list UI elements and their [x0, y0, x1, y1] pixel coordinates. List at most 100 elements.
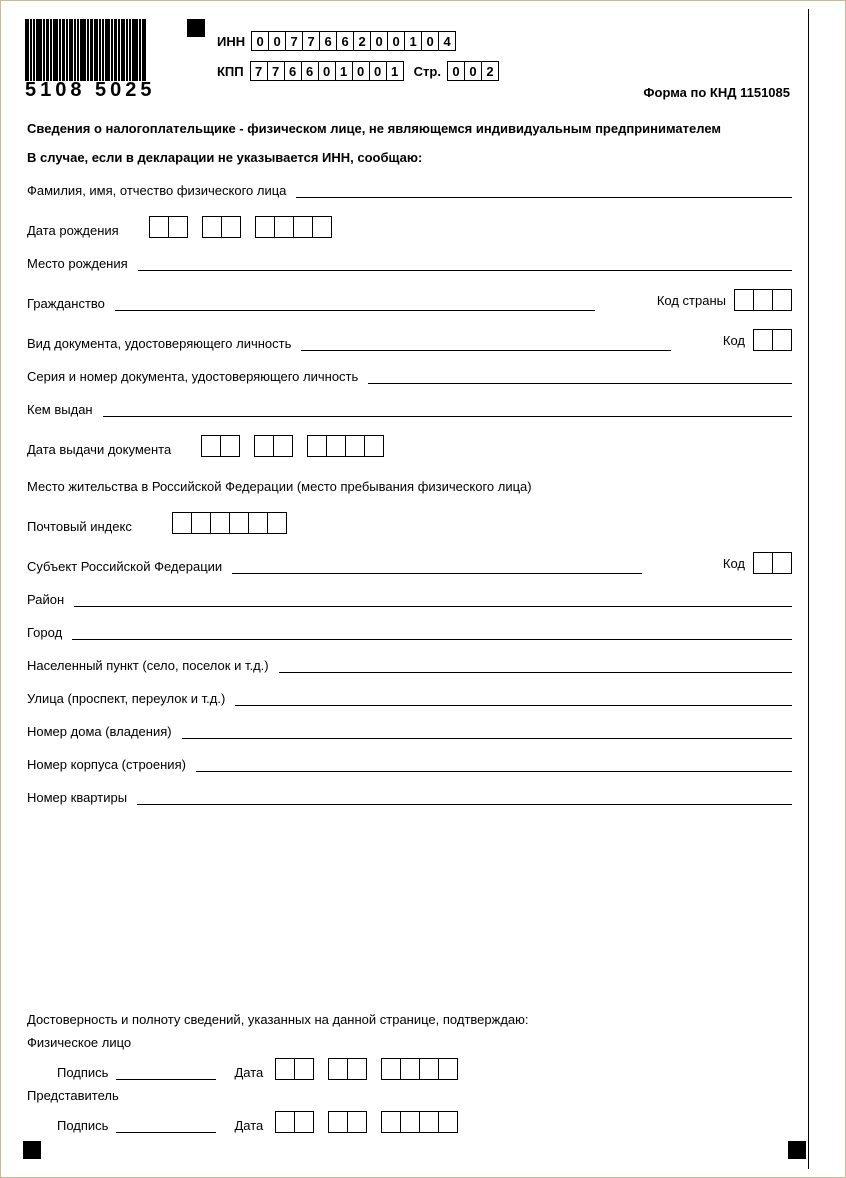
dob-year[interactable]: [255, 216, 332, 238]
doc-series-label: Серия и номер документа, удостоверяющего…: [27, 369, 358, 384]
sig-date-month[interactable]: [328, 1058, 367, 1080]
signature-label-rep: Подпись: [57, 1118, 108, 1133]
field-district: Район: [27, 592, 792, 607]
signature-line-individual[interactable]: [116, 1065, 216, 1080]
dob-month[interactable]: [202, 216, 241, 238]
field-doc-series: Серия и номер документа, удостоверяющего…: [27, 369, 792, 384]
inn-label: ИНН: [217, 34, 245, 49]
subject-code-label: Код: [723, 556, 745, 571]
city-label: Город: [27, 625, 62, 640]
inn-cell: 2: [353, 31, 371, 51]
header-block: ИНН 0 0 7 7 6 6 2 0 0 1 0 4 КПП: [217, 19, 792, 81]
issue-day[interactable]: [201, 435, 240, 457]
inn-cell: 0: [370, 31, 388, 51]
field-flat: Номер квартиры: [27, 790, 792, 805]
issued-by-input[interactable]: [103, 402, 792, 417]
inn-cell: 0: [251, 31, 269, 51]
birthplace-label: Место рождения: [27, 256, 128, 271]
fio-label: Фамилия, имя, отчество физического лица: [27, 183, 286, 198]
kpp-cell: 0: [369, 61, 387, 81]
page-cell: 0: [464, 61, 482, 81]
field-city: Город: [27, 625, 792, 640]
dob-day[interactable]: [149, 216, 188, 238]
settlement-input[interactable]: [279, 658, 792, 673]
rep-date-month[interactable]: [328, 1111, 367, 1133]
inn-cell: 7: [285, 31, 303, 51]
inn-cell: 7: [302, 31, 320, 51]
house-label: Номер дома (владения): [27, 724, 172, 739]
inn-cells: 0 0 7 7 6 6 2 0 0 1 0 4: [251, 31, 456, 51]
field-issued-by: Кем выдан: [27, 402, 792, 417]
issue-year[interactable]: [307, 435, 384, 457]
flat-input[interactable]: [137, 790, 792, 805]
house-input[interactable]: [182, 724, 792, 739]
page-cell: 2: [481, 61, 499, 81]
content-frame: 5108 5025 ИНН 0 0 7 7 6 6 2 0 0 1 0 4: [11, 9, 809, 1169]
residence-label: Место жительства в Российской Федерации …: [27, 479, 532, 494]
district-label: Район: [27, 592, 64, 607]
doc-code-input[interactable]: [753, 329, 792, 351]
inn-cell: 0: [268, 31, 286, 51]
field-street: Улица (проспект, переулок и т.д.): [27, 691, 792, 706]
date-label: Дата: [234, 1065, 263, 1080]
street-input[interactable]: [235, 691, 792, 706]
signature-label: Подпись: [57, 1065, 108, 1080]
inn-cell: 6: [319, 31, 337, 51]
signature-line-representative[interactable]: [116, 1118, 216, 1133]
page-cell: 0: [447, 61, 465, 81]
issued-by-label: Кем выдан: [27, 402, 93, 417]
form-page: 5108 5025 ИНН 0 0 7 7 6 6 2 0 0 1 0 4: [0, 0, 846, 1178]
barcode-text: 5108 5025: [25, 79, 175, 102]
rep-date-year[interactable]: [381, 1111, 458, 1133]
sig-date-year[interactable]: [381, 1058, 458, 1080]
kpp-cell: 6: [301, 61, 319, 81]
field-house: Номер дома (владения): [27, 724, 792, 739]
field-settlement: Населенный пункт (село, поселок и т.д.): [27, 658, 792, 673]
sig-date-day[interactable]: [275, 1058, 314, 1080]
kpp-label: КПП: [217, 64, 244, 79]
form-code: Форма по КНД 1151085: [643, 85, 790, 100]
date-label-rep: Дата: [234, 1118, 263, 1133]
kpp-cell: 0: [352, 61, 370, 81]
citizenship-input[interactable]: [115, 296, 595, 311]
footer-representative: Представитель: [27, 1088, 792, 1103]
building-input[interactable]: [196, 757, 792, 772]
doc-type-input[interactable]: [301, 336, 671, 351]
field-doc-type: Вид документа, удостоверяющего личность …: [27, 329, 792, 351]
field-subject: Субъект Российской Федерации Код: [27, 552, 792, 574]
issue-date-label: Дата выдачи документа: [27, 442, 171, 457]
fio-input[interactable]: [296, 183, 792, 198]
doc-code-label: Код: [723, 333, 745, 348]
field-building: Номер корпуса (строения): [27, 757, 792, 772]
inn-cell: 0: [421, 31, 439, 51]
footer-individual: Физическое лицо: [27, 1035, 792, 1050]
flat-label: Номер квартиры: [27, 790, 127, 805]
building-label: Номер корпуса (строения): [27, 757, 186, 772]
field-citizenship: Гражданство Код страны: [27, 289, 792, 311]
kpp-cells: 7 7 6 6 0 1 0 0 1: [250, 61, 404, 81]
district-input[interactable]: [74, 592, 792, 607]
doc-type-label: Вид документа, удостоверяющего личность: [27, 336, 291, 351]
field-birthplace: Место рождения: [27, 256, 792, 271]
city-input[interactable]: [72, 625, 792, 640]
inn-cell: 6: [336, 31, 354, 51]
country-code-input[interactable]: [734, 289, 792, 311]
birthplace-input[interactable]: [138, 256, 792, 271]
subject-input[interactable]: [232, 559, 642, 574]
street-label: Улица (проспект, переулок и т.д.): [27, 691, 225, 706]
postcode-input[interactable]: [172, 512, 287, 534]
issue-month[interactable]: [254, 435, 293, 457]
page-cells: 0 0 2: [447, 61, 499, 81]
barcode: 5108 5025: [25, 19, 175, 99]
rep-date-day[interactable]: [275, 1111, 314, 1133]
subject-code-input[interactable]: [753, 552, 792, 574]
subject-label: Субъект Российской Федерации: [27, 559, 222, 574]
corner-marker-icon: [187, 19, 205, 37]
inn-cell: 1: [404, 31, 422, 51]
kpp-cell: 7: [250, 61, 268, 81]
kpp-cell: 1: [335, 61, 353, 81]
kpp-cell: 1: [386, 61, 404, 81]
doc-series-input[interactable]: [368, 369, 792, 384]
settlement-label: Населенный пункт (село, поселок и т.д.): [27, 658, 269, 673]
country-code-label: Код страны: [657, 293, 726, 308]
